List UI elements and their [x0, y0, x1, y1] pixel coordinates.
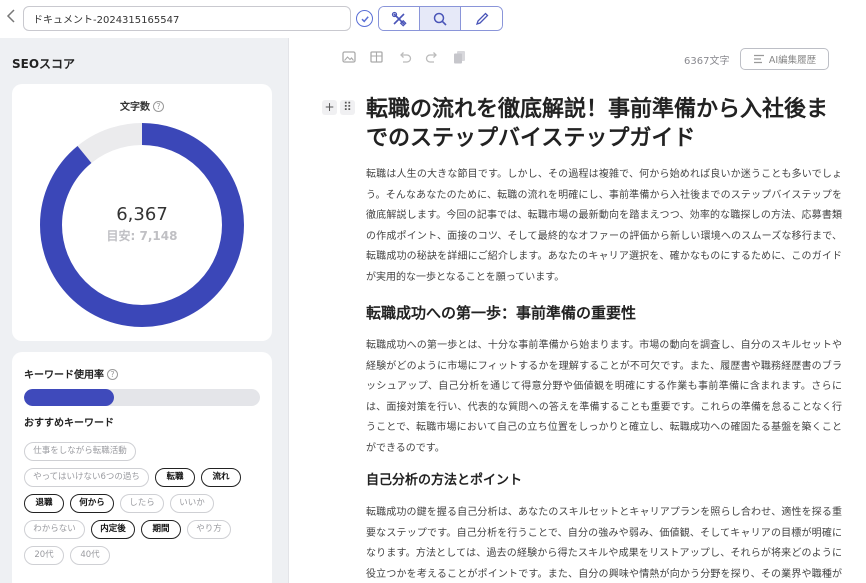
ai-edit-history-label: AI編集履歴 — [768, 55, 817, 66]
drag-handle[interactable]: ⠿ — [340, 100, 355, 115]
edit-button[interactable] — [461, 7, 502, 30]
keyword-chip[interactable]: いいか — [170, 494, 214, 513]
copy-button[interactable] — [452, 49, 467, 64]
char-count-label: 文字数 — [120, 102, 150, 113]
seo-score-title: SEOスコア — [12, 57, 76, 71]
donut-progress — [40, 123, 244, 327]
keyword-chip[interactable]: やってはいけない6つの過ち — [24, 468, 149, 487]
keyword-chip[interactable]: 転職 — [155, 468, 195, 487]
char-count-target: 目安: 7,148 — [106, 229, 178, 243]
search-button[interactable] — [420, 7, 461, 30]
search-icon — [433, 12, 447, 26]
section1-paragraph[interactable]: 転職成功への第一歩とは、十分な事前準備から始まります。市場の動向を調査し、自分の… — [366, 336, 842, 459]
editor-char-count: 6367文字 — [684, 56, 730, 67]
ai-edit-history-button[interactable]: AI編集履歴 — [740, 48, 829, 70]
copy-icon — [454, 50, 465, 63]
char-count-card: 文字数? 6,367 目安: 7,148 — [12, 84, 272, 341]
keyword-chip[interactable]: 20代 — [24, 546, 64, 565]
confirm-title-button[interactable] — [356, 10, 373, 27]
keyword-chip[interactable]: したら — [120, 494, 164, 513]
char-count-donut — [40, 123, 244, 327]
recommended-keywords-title: おすすめキーワード — [24, 418, 114, 429]
section2-heading[interactable]: 自己分析の方法とポイント — [366, 471, 842, 491]
editor: 6367文字 AI編集履歴 + ⠿ 転職の流れを徹底解説！事前準備から入社後まで… — [290, 38, 866, 583]
keyword-chip[interactable]: わからない — [24, 520, 85, 539]
tool-group — [378, 6, 503, 31]
char-count-label-row: 文字数? — [12, 98, 272, 113]
keyword-chip[interactable]: 何から — [70, 494, 114, 513]
article-title[interactable]: 転職の流れを徹底解説！事前準備から入社後までのステップバイステップガイド — [366, 95, 842, 153]
char-count-value: 6,367 — [116, 204, 168, 225]
keyword-chip[interactable]: やり方 — [187, 520, 231, 539]
keyword-usage-bar — [24, 389, 260, 406]
list-icon — [753, 54, 764, 64]
check-icon — [360, 15, 369, 22]
keyword-chip[interactable]: 内定後 — [91, 520, 135, 539]
tools-button[interactable] — [379, 7, 420, 30]
back-button[interactable] — [3, 7, 19, 29]
document-content[interactable]: 転職の流れを徹底解説！事前準備から入社後までのステップバイステップガイド 転職は… — [366, 95, 842, 583]
section1-heading[interactable]: 転職成功への第一歩：事前準備の重要性 — [366, 302, 842, 324]
keyword-card: キーワード使用率? おすすめキーワード 仕事をしながら転職活動 やってはいけない6… — [12, 352, 272, 583]
top-bar — [0, 0, 866, 38]
chevron-left-icon — [6, 9, 15, 23]
keyword-chip[interactable]: 退職 — [24, 494, 64, 513]
add-block-button[interactable]: + — [322, 100, 337, 115]
document-title-input[interactable] — [23, 6, 351, 31]
keyword-chip[interactable]: 40代 — [70, 546, 110, 565]
redo-button[interactable] — [424, 49, 439, 64]
seo-sidebar: SEOスコア 文字数? 6,367 目安: 7,148 キーワード使用率? おす… — [0, 38, 289, 583]
section2-paragraph[interactable]: 転職成功の鍵を握る自己分析は、あなたのスキルセットとキャリアプランを照らし合わせ… — [366, 503, 842, 583]
keyword-usage-fill — [24, 389, 114, 406]
redo-icon — [425, 51, 437, 63]
intro-paragraph[interactable]: 転職は人生の大きな節目です。しかし、その過程は複雑で、何から始めれば良いか迷うこ… — [366, 165, 842, 288]
keyword-chip[interactable]: 期間 — [141, 520, 181, 539]
tools-icon — [391, 11, 407, 27]
keyword-chip[interactable]: 仕事をしながら転職活動 — [24, 442, 136, 461]
keyword-chip[interactable]: 流れ — [201, 468, 241, 487]
insert-table-button[interactable] — [369, 49, 384, 64]
block-controls: + ⠿ — [322, 100, 355, 115]
keyword-usage-label: キーワード使用率 — [24, 370, 104, 381]
undo-icon — [399, 51, 411, 63]
help-icon[interactable]: ? — [107, 369, 118, 380]
editor-toolbar: 6367文字 AI編集履歴 — [290, 38, 866, 74]
image-icon — [341, 50, 356, 63]
undo-button[interactable] — [397, 49, 412, 64]
help-icon[interactable]: ? — [153, 101, 164, 112]
pencil-icon — [475, 12, 488, 25]
insert-image-button[interactable] — [341, 49, 356, 64]
keyword-usage-title: キーワード使用率? — [24, 366, 118, 381]
table-icon — [370, 50, 383, 63]
